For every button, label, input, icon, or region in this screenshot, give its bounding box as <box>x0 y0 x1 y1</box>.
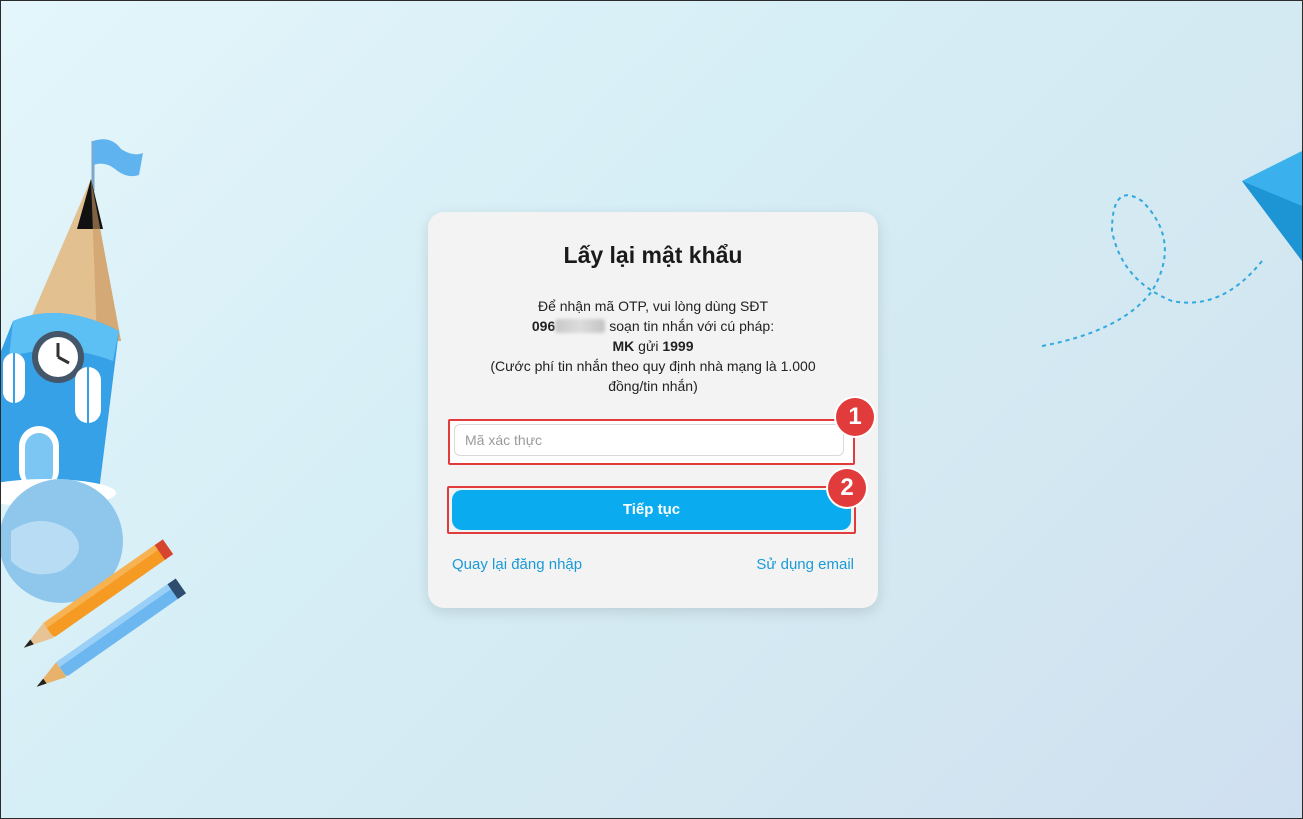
use-email-link[interactable]: Sử dụng email <box>756 556 854 573</box>
phone-number: 096 <box>531 318 556 334</box>
recover-password-card: Lấy lại mật khẩu Để nhận mã OTP, vui lòn… <box>428 212 878 608</box>
pencil-tower-illustration <box>1 139 187 687</box>
continue-button[interactable]: Tiếp tục <box>452 490 851 530</box>
submit-button-highlight: Tiếp tục <box>447 486 856 534</box>
page-title: Lấy lại mật khẩu <box>563 242 743 268</box>
sms-syntax: MK gửi 1999 <box>468 336 838 356</box>
verification-code-input[interactable] <box>454 424 844 456</box>
annotation-marker-1: 1 <box>836 398 874 436</box>
fee-note: (Cước phí tin nhắn theo quy định nhà mạn… <box>490 358 816 394</box>
annotation-marker-2: 2 <box>828 469 866 507</box>
sms-syntax-word: gửi <box>638 338 659 354</box>
phone-number-masked <box>555 319 606 333</box>
back-to-login-link[interactable]: Quay lại đăng nhập <box>452 556 582 573</box>
paper-plane-illustration <box>1042 151 1302 347</box>
otp-instructions: Để nhận mã OTP, vui lòng dùng SĐT 096 soạ… <box>468 296 838 396</box>
instruction-line-1: Để nhận mã OTP, vui lòng dùng SĐT <box>537 298 769 314</box>
instruction-line-2-text: soạn tin nhắn với cú pháp: <box>609 318 775 334</box>
sms-syntax-code: MK <box>612 338 635 354</box>
sms-syntax-number: 1999 <box>662 338 694 354</box>
code-input-highlight <box>448 419 855 465</box>
instruction-line-2: 096 soạn tin nhắn với cú pháp: <box>468 316 838 336</box>
